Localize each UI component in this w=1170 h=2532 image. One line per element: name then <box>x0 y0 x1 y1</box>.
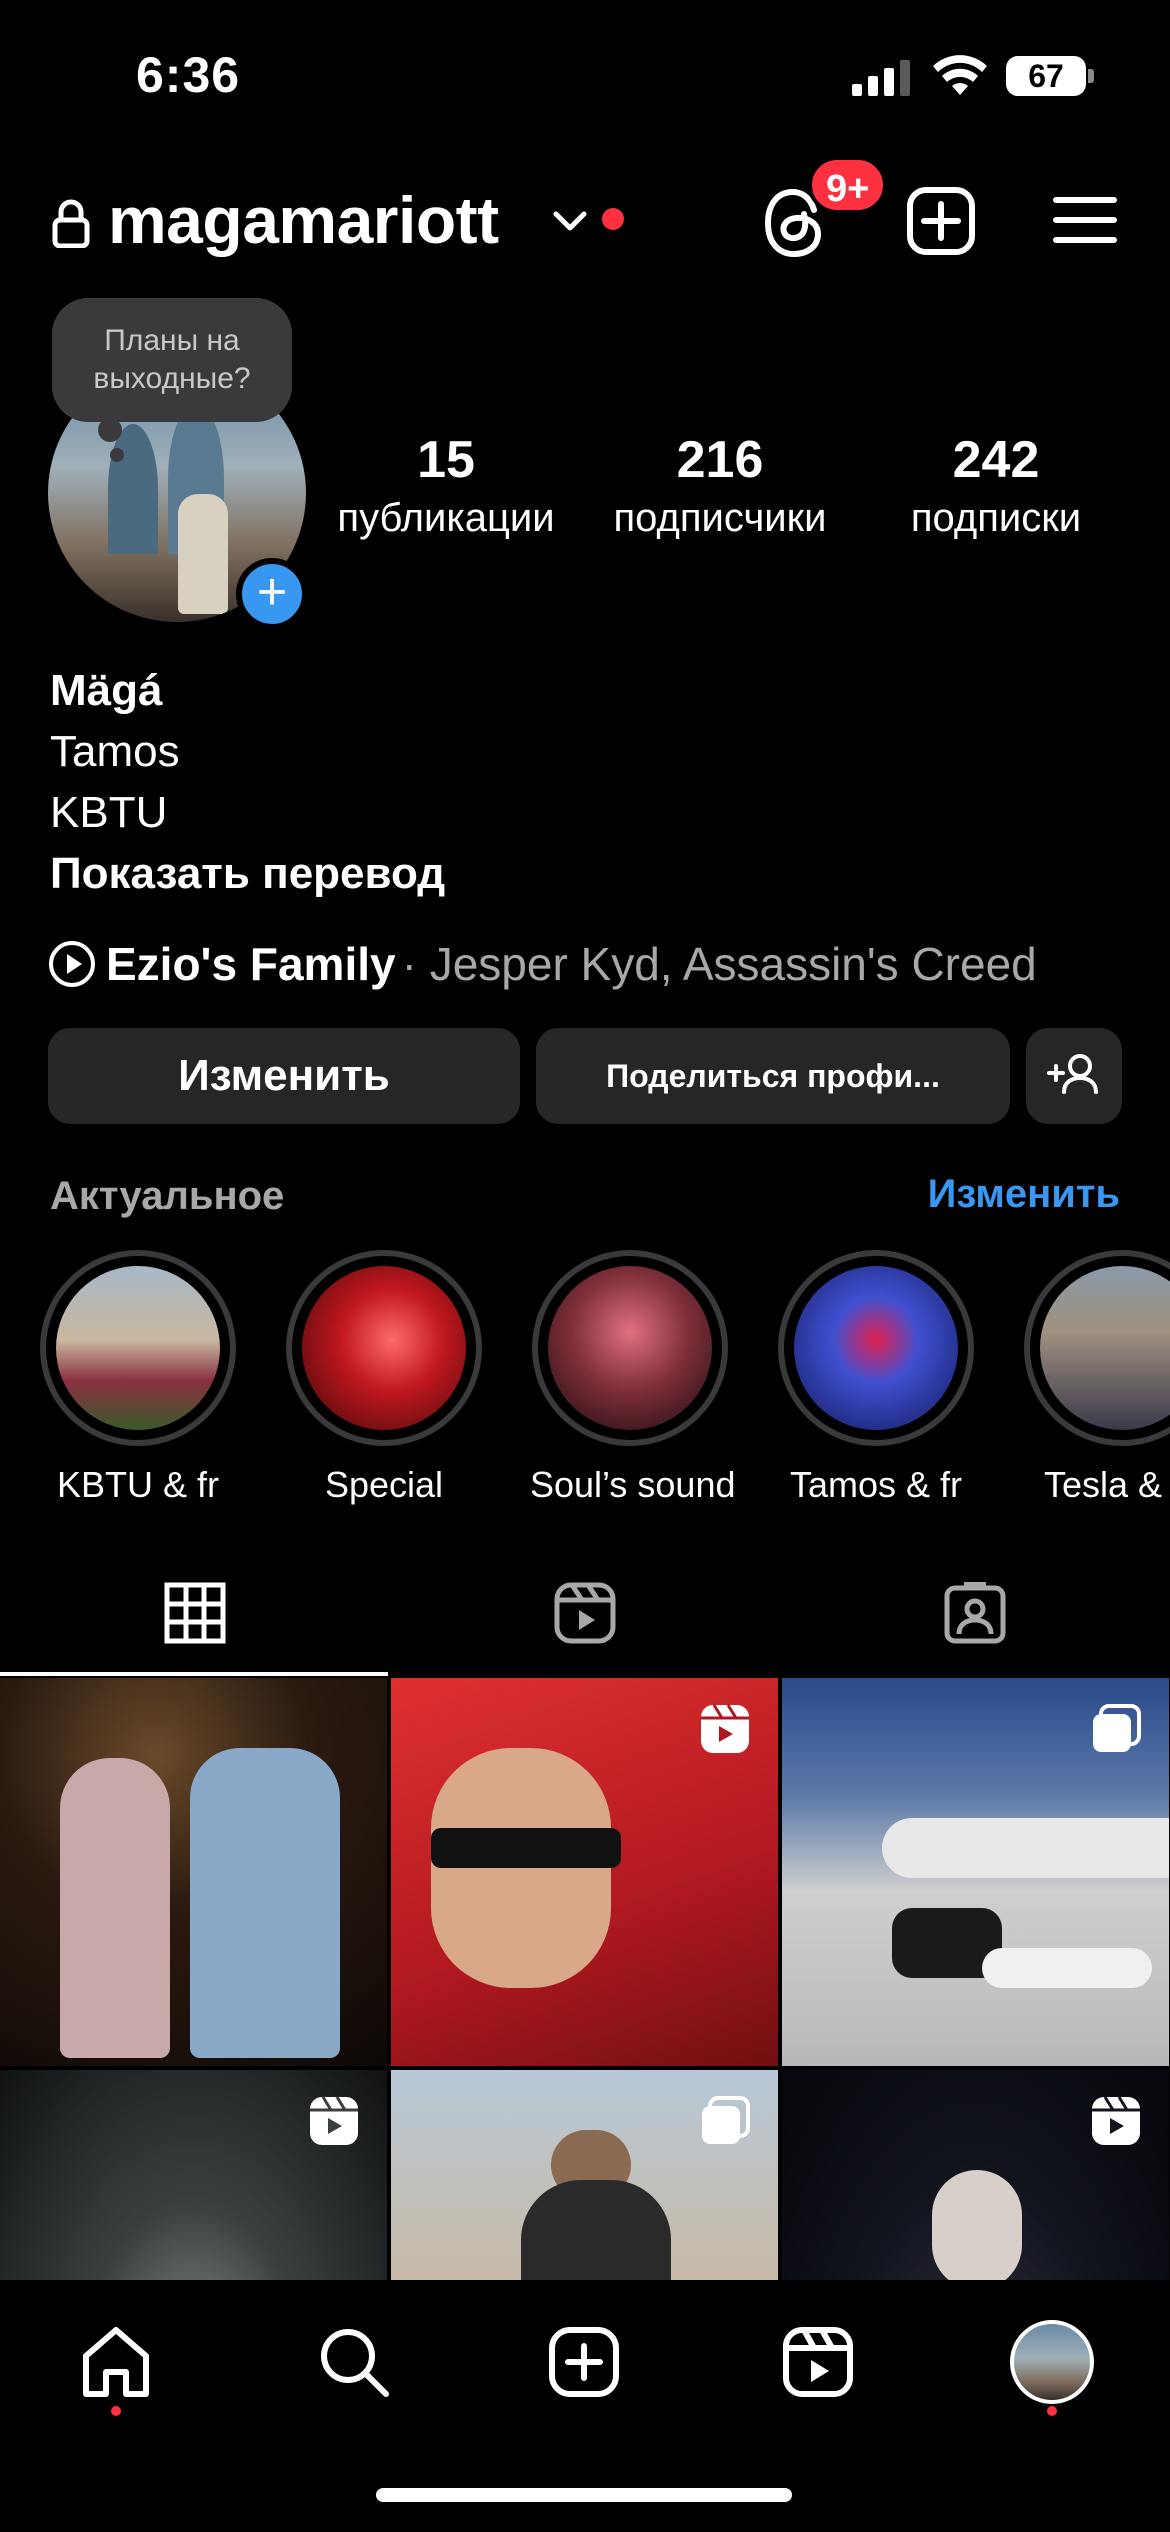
highlight-label: KBTU & fr <box>56 1464 220 1505</box>
highlight-ring <box>532 1250 728 1446</box>
play-circle-icon <box>49 941 95 987</box>
share-profile-button[interactable]: Поделиться профи... <box>536 1028 1010 1124</box>
edit-profile-button[interactable]: Изменить <box>48 1028 520 1124</box>
highlight-item[interactable]: Soul’s sound <box>530 1250 736 1506</box>
reel-badge-icon <box>310 2096 358 2145</box>
create-icon[interactable] <box>544 2322 624 2402</box>
post-photo-detail <box>190 1748 340 2058</box>
post-thumbnail[interactable] <box>391 1678 778 2066</box>
carousel-badge-icon <box>1093 1704 1141 1752</box>
chevron-down-icon[interactable] <box>552 208 588 234</box>
bio-line: KBTU <box>50 788 168 837</box>
highlight-item[interactable]: Tamos & fr <box>776 1250 976 1506</box>
add-story-button[interactable]: + <box>236 558 308 630</box>
profile-activity-dot <box>1047 2406 1057 2416</box>
highlight-item[interactable]: Special <box>284 1250 484 1506</box>
posts-count-value: 15 <box>417 431 475 489</box>
highlight-ring <box>40 1250 236 1446</box>
highlight-ring <box>286 1250 482 1446</box>
highlight-ring <box>1024 1250 1170 1446</box>
threads-badge: 9+ <box>808 156 888 214</box>
tab-posts-grid[interactable] <box>0 1560 390 1676</box>
highlight-item[interactable]: KBTU & fr <box>38 1250 238 1506</box>
post-photo-detail <box>882 1818 1169 1878</box>
highlight-item[interactable]: Tesla & <box>1022 1250 1170 1506</box>
post-photo-detail <box>431 1828 621 1868</box>
highlight-cover <box>1040 1266 1170 1430</box>
post-thumbnail[interactable] <box>782 1678 1169 2066</box>
tab-reels[interactable] <box>390 1560 780 1676</box>
highlight-label: Tamos & fr <box>789 1464 963 1505</box>
discover-people-button[interactable] <box>1026 1028 1122 1124</box>
status-bar: 6:36 67 <box>0 0 1170 150</box>
search-icon[interactable] <box>314 2322 394 2402</box>
lock-icon <box>52 199 90 248</box>
grid-icon <box>164 1582 226 1644</box>
post-photo-detail <box>982 1948 1152 1988</box>
note-bubble[interactable]: Планы на выходные? <box>52 298 292 422</box>
reel-badge-icon <box>1092 2096 1140 2145</box>
new-post-icon[interactable] <box>906 186 976 256</box>
home-indicator <box>376 2488 792 2502</box>
post-photo-detail <box>431 1748 611 1988</box>
carousel-badge-icon <box>702 2096 750 2144</box>
followers-count[interactable]: 216 подписчики <box>590 430 850 541</box>
following-count[interactable]: 242 подписки <box>866 430 1126 541</box>
cellular-signal-icon <box>852 60 910 96</box>
followers-count-value: 216 <box>676 431 764 489</box>
bio: Mägá Tamos KBTU Показать перевод <box>50 660 445 904</box>
reel-badge-icon <box>701 1704 749 1753</box>
music-song-title: Ezio's Family <box>106 938 396 990</box>
battery-indicator: 67 <box>1006 56 1086 96</box>
music-artist: · Jesper Kyd, Assassin's Creed <box>401 938 1037 990</box>
highlight-label: Special <box>324 1464 444 1505</box>
posts-grid <box>0 1678 1170 2458</box>
highlight-label: Tesla & <box>1044 1464 1163 1505</box>
highlights-edit-link[interactable]: Изменить <box>928 1172 1120 1217</box>
profile-header: magamariott 9+ <box>0 156 1170 270</box>
avatar-photo-detail <box>108 424 158 554</box>
profile-tab-avatar[interactable] <box>1010 2320 1094 2404</box>
show-translation-link[interactable]: Показать перевод <box>50 843 445 904</box>
note-bubble-tail-small <box>110 448 124 462</box>
tab-tagged[interactable] <box>780 1560 1170 1676</box>
followers-count-label: подписчики <box>613 496 827 540</box>
wifi-icon <box>933 55 987 95</box>
battery-tip <box>1088 69 1094 83</box>
add-person-icon <box>1047 1054 1098 1094</box>
following-count-value: 242 <box>952 431 1040 489</box>
display-name: Mägá <box>50 666 163 715</box>
highlight-cover <box>302 1266 466 1430</box>
reels-icon <box>554 1582 616 1644</box>
tagged-icon <box>944 1582 1006 1644</box>
bio-line: Tamos <box>50 727 180 776</box>
avatar-photo-detail <box>178 494 228 614</box>
highlight-cover <box>794 1266 958 1430</box>
highlights-title: Актуальное <box>50 1174 285 1218</box>
menu-icon[interactable] <box>1052 190 1118 250</box>
profile-music[interactable]: Ezio's Family · Jesper Kyd, Assassin's C… <box>48 934 1037 994</box>
status-time: 6:36 <box>136 47 241 103</box>
highlight-cover <box>56 1266 220 1430</box>
highlight-ring <box>778 1250 974 1446</box>
post-photo-detail <box>60 1758 170 2058</box>
note-bubble-tail <box>98 418 122 442</box>
post-thumbnail[interactable] <box>0 1678 387 2066</box>
posts-count-label: публикации <box>337 496 555 540</box>
home-activity-dot <box>111 2406 121 2416</box>
highlight-label: Soul’s sound <box>530 1464 736 1505</box>
home-icon[interactable] <box>76 2322 156 2402</box>
account-switcher-username[interactable]: magamariott <box>108 182 499 258</box>
notification-dot <box>602 208 624 230</box>
active-tab-indicator <box>0 1672 388 1676</box>
posts-count[interactable]: 15 публикации <box>316 430 576 541</box>
post-photo-detail <box>932 2170 1022 2290</box>
reels-icon[interactable] <box>778 2322 858 2402</box>
following-count-label: подписки <box>910 496 1082 540</box>
highlight-cover <box>548 1266 712 1430</box>
profile-tabs <box>0 1560 1170 1676</box>
